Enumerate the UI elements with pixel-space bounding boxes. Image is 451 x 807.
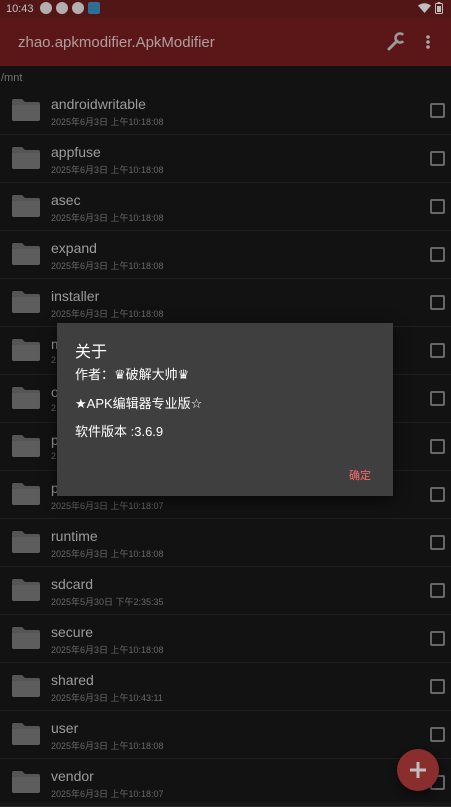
dialog-version: 软件版本 :3.6.9 [75,424,164,439]
dialog-author: 作者：♛破解大帅♛ [75,367,190,382]
dialog-title: 关于 [75,344,108,361]
ok-button[interactable]: 确定 [349,467,371,483]
dialog-edition: ★APK编辑器专业版☆ [75,396,203,411]
about-dialog: 关于 作者：♛破解大帅♛ ★APK编辑器专业版☆ 软件版本 :3.6.9 确定 [57,323,393,496]
